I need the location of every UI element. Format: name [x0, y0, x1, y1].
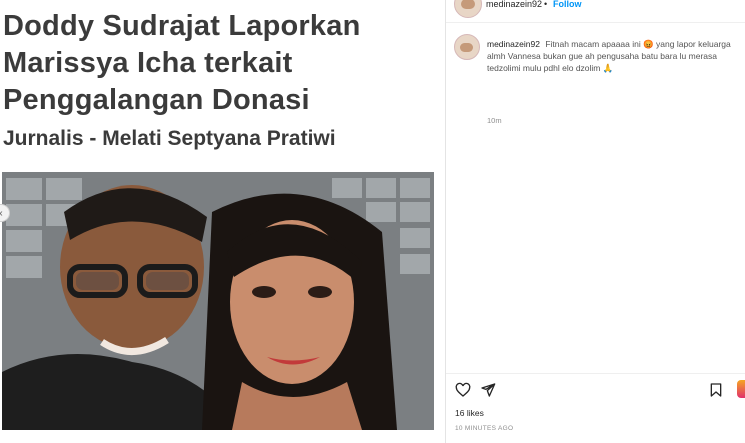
bookmark-icon[interactable] — [708, 382, 724, 398]
avatar[interactable] — [454, 0, 482, 18]
header-username[interactable]: medinazein92 — [486, 0, 542, 9]
news-headline: Doddy Sudrajat Laporkan Marissya Icha te… — [3, 10, 361, 116]
news-byline: Jurnalis - Melati Septyana Pratiwi — [3, 127, 336, 150]
news-photo — [2, 172, 434, 430]
post-timestamp: 10 MINUTES AGO — [455, 425, 514, 432]
actions-divider — [446, 373, 745, 374]
share-icon[interactable] — [480, 382, 496, 398]
heart-icon[interactable] — [455, 382, 471, 398]
like-count[interactable]: 16 likes — [455, 408, 484, 418]
comment-username[interactable]: medinazein92 — [487, 39, 540, 49]
post-header: medinazein92 • Follow — [446, 0, 745, 23]
instagram-post: Doddy Sudrajat Laporkan Marissya Icha te… — [0, 0, 745, 443]
comment-body: medinazein92 Fitnah macam apaaaa ini 😡 y… — [487, 38, 737, 74]
instagram-logo-icon — [737, 380, 745, 398]
comment-time: 10m — [487, 116, 502, 125]
post-media[interactable]: Doddy Sudrajat Laporkan Marissya Icha te… — [0, 0, 445, 443]
comment-avatar[interactable] — [454, 34, 480, 60]
header-separator: • — [544, 0, 548, 9]
post-sidebar: medinazein92 • Follow medinazein92 Fitna… — [446, 0, 745, 443]
follow-button[interactable]: Follow — [553, 0, 582, 9]
